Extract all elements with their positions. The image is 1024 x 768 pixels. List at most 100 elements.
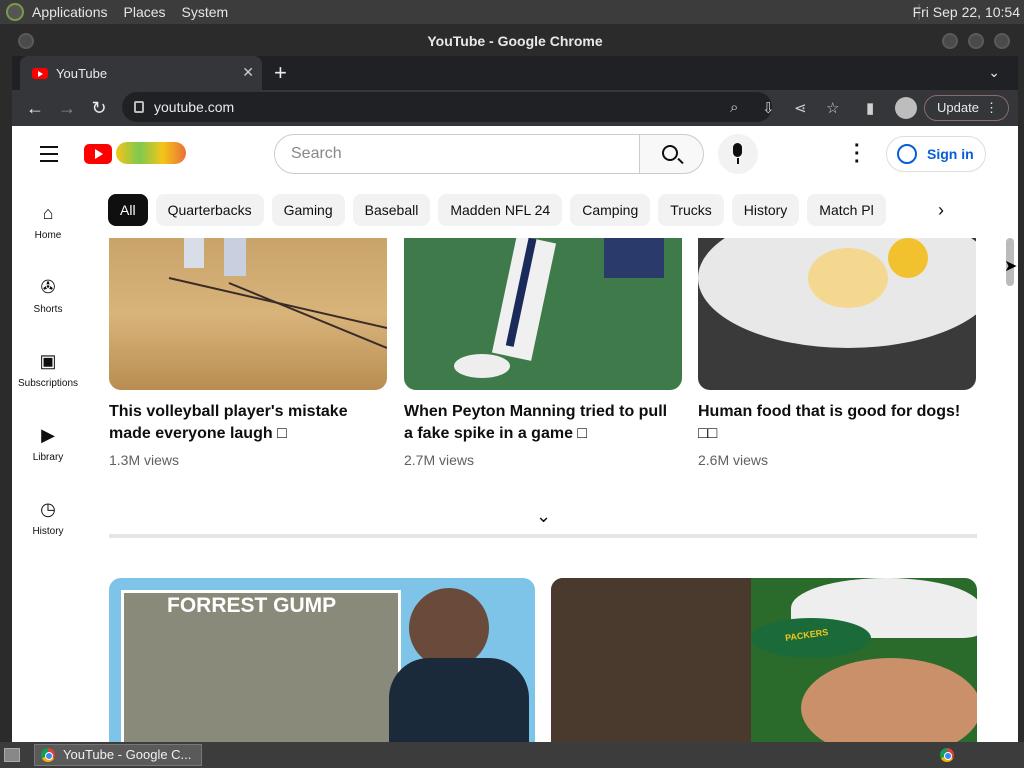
update-button[interactable]: Update ⋮: [924, 95, 1009, 121]
reload-button[interactable]: ↻: [90, 98, 108, 119]
settings-more-icon[interactable]: · · ·: [854, 136, 861, 172]
chevron-right-icon[interactable]: ›: [938, 200, 944, 221]
host-figure: [389, 658, 529, 742]
chip-madden[interactable]: Madden NFL 24: [438, 194, 563, 226]
taskbar-app-label: YouTube - Google C...: [63, 747, 192, 762]
guide-sidebar: ⌂ Home ✇ Shorts ▣ Subscriptions ▶ Librar…: [12, 182, 84, 552]
show-desktop-icon[interactable]: [4, 748, 20, 762]
side-panel-icon[interactable]: ▮: [866, 99, 874, 117]
short-thumbnail[interactable]: [109, 238, 387, 390]
chip-history[interactable]: History: [731, 194, 800, 226]
sign-in-label: Sign in: [927, 146, 974, 162]
video-title[interactable]: When Peyton Manning tried to pull a fake…: [404, 401, 674, 445]
voice-search-icon[interactable]: [718, 134, 758, 174]
video-thumbnail[interactable]: PACKERS: [551, 578, 977, 742]
profile-avatar-icon[interactable]: [895, 97, 917, 119]
site-info-icon[interactable]: [134, 101, 144, 113]
tab-title: YouTube: [56, 65, 108, 81]
guide-item-history[interactable]: ◷ History: [12, 478, 84, 552]
window-menu-icon[interactable]: [18, 33, 34, 49]
update-label: Update: [937, 100, 979, 115]
window-titlebar[interactable]: YouTube - Google Chrome: [12, 26, 1018, 56]
guide-menu-icon[interactable]: [40, 146, 58, 167]
install-app-icon[interactable]: ⇩: [762, 99, 775, 117]
video-title[interactable]: This volleyball player's mistake made ev…: [109, 401, 379, 445]
share-icon[interactable]: ⋖: [794, 99, 807, 117]
player-figure: [551, 578, 751, 742]
video-title-line: made everyone laugh □: [109, 425, 287, 442]
guide-label: Shorts: [33, 304, 63, 315]
guide-label: Home: [34, 230, 62, 241]
chrome-menu-icon[interactable]: ⋮: [985, 96, 998, 120]
video-title-line: When Peyton Manning tried to pull: [404, 403, 668, 420]
view-count: 1.3M views: [109, 452, 180, 468]
address-bar[interactable]: youtube.com: [122, 92, 772, 122]
page-scrollbar[interactable]: [1002, 126, 1018, 742]
guide-item-home[interactable]: ⌂ Home: [12, 182, 84, 256]
history-icon: ◷: [40, 499, 56, 519]
short-thumbnail[interactable]: [698, 238, 976, 390]
close-tab-icon[interactable]: ✕: [242, 64, 254, 81]
search-icon: [662, 145, 678, 161]
player-face: [801, 658, 977, 742]
chrome-icon: [41, 748, 55, 762]
guide-label: Subscriptions: [17, 378, 79, 389]
account-circle-icon: [897, 144, 917, 164]
tab-search-chevron-icon[interactable]: ⌄: [988, 64, 1000, 81]
show-more-chevron-icon[interactable]: ⌄: [536, 506, 551, 527]
youtube-masthead: Search · · · Sign in: [12, 126, 1002, 182]
zoom-search-icon[interactable]: ⌕: [730, 99, 738, 116]
thumbnail-caption: FORREST GUMP: [167, 594, 337, 617]
back-button[interactable]: ←: [26, 98, 44, 119]
youtube-favicon-icon: [32, 67, 48, 79]
sign-in-button[interactable]: Sign in: [886, 136, 986, 172]
forward-button[interactable]: →: [58, 98, 76, 119]
chip-camping[interactable]: Camping: [570, 194, 651, 226]
chip-all[interactable]: All: [108, 194, 148, 226]
library-icon: ▶: [41, 425, 55, 445]
os-taskbar: YouTube - Google C...: [0, 742, 1024, 768]
os-menu-applications[interactable]: Applications: [32, 4, 108, 20]
youtube-doodle-logo[interactable]: [116, 142, 186, 164]
video-thumbnail[interactable]: FORREST GUMP: [109, 578, 535, 742]
view-count: 2.7M views: [404, 452, 475, 468]
chip-trucks[interactable]: Trucks: [658, 194, 724, 226]
search-input[interactable]: Search: [274, 134, 640, 174]
tab-youtube[interactable]: YouTube ✕: [20, 56, 262, 90]
host-figure: [409, 588, 489, 668]
video-title-line: a fake spike in a game □: [404, 425, 588, 442]
subscriptions-icon: ▣: [39, 351, 57, 371]
os-menu-places[interactable]: Places: [124, 4, 166, 20]
short-thumbnail[interactable]: [404, 238, 682, 390]
os-top-panel: Applications Places System Fri Sep 22, 1…: [0, 0, 1024, 24]
maximize-icon[interactable]: [968, 33, 984, 49]
home-icon: ⌂: [42, 203, 54, 223]
youtube-logo-icon[interactable]: [84, 144, 112, 164]
guide-item-shorts[interactable]: ✇ Shorts: [12, 256, 84, 330]
taskbar-chrome-window[interactable]: YouTube - Google C...: [34, 744, 202, 766]
url-text: youtube.com: [154, 99, 235, 115]
shorts-icon: ✇: [40, 277, 56, 297]
chip-bar: All Quarterbacks Gaming Baseball Madden NFL …: [108, 194, 968, 226]
search-button[interactable]: [640, 134, 704, 174]
chrome-tray-icon[interactable]: [940, 748, 954, 762]
bookmark-star-icon[interactable]: ☆: [826, 99, 839, 117]
guide-item-subscriptions[interactable]: ▣ Subscriptions: [12, 330, 84, 404]
os-clock[interactable]: Fri Sep 22, 10:54: [913, 4, 1020, 20]
guide-label: Library: [32, 452, 64, 463]
os-menu-system[interactable]: System: [182, 4, 229, 20]
chrome-window: YouTube - Google Chrome YouTube ✕ + ⌄ ← …: [12, 26, 1018, 742]
chip-match[interactable]: Match Pl: [807, 194, 886, 226]
guide-item-library[interactable]: ▶ Library: [12, 404, 84, 478]
minimize-icon[interactable]: [942, 33, 958, 49]
close-window-icon[interactable]: [994, 33, 1010, 49]
new-tab-button[interactable]: +: [274, 60, 287, 86]
video-title[interactable]: Human food that is good for dogs! □□: [698, 401, 968, 445]
view-count: 2.6M views: [698, 452, 769, 468]
chip-quarterbacks[interactable]: Quarterbacks: [155, 194, 264, 226]
chip-baseball[interactable]: Baseball: [352, 194, 431, 226]
os-logo-icon[interactable]: [6, 3, 24, 21]
video-title-line: Human food that is good for dogs!: [698, 403, 961, 420]
window-title: YouTube - Google Chrome: [427, 33, 603, 49]
chip-gaming[interactable]: Gaming: [271, 194, 345, 226]
